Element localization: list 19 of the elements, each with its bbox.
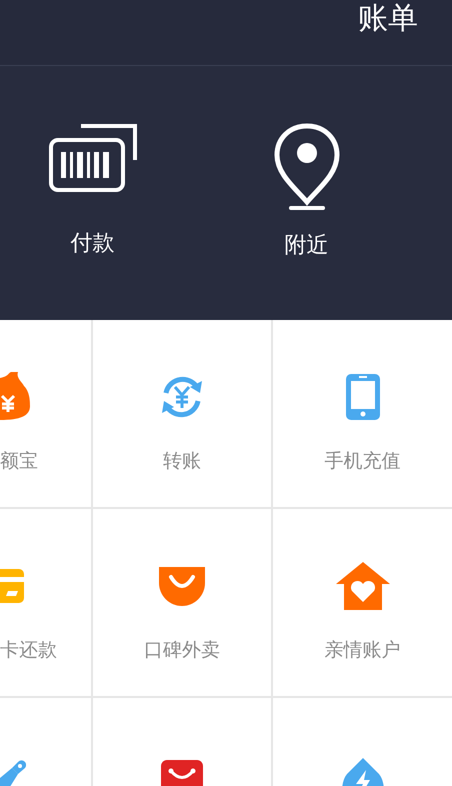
bill-link[interactable]: 账单 (358, 0, 418, 38)
tile-label: 转账 (163, 449, 201, 474)
heart-house-icon (336, 561, 390, 611)
tile-label: 额宝 (0, 449, 38, 474)
phone-icon (344, 372, 380, 422)
grid-tile[interactable]: 亲情账户 (273, 509, 452, 698)
action-label[interactable]: 附近 (284, 230, 328, 260)
grid-tile[interactable]: 卡还款 (0, 509, 93, 698)
grid-tile[interactable]: 额宝 (0, 320, 93, 509)
grid-tile[interactable]: 手机充值 (273, 320, 452, 509)
grid-tile[interactable]: 转账 (93, 320, 273, 509)
tile-label: 亲情账户 (324, 638, 400, 663)
tile-label: 卡还款 (0, 638, 57, 663)
location-pin-icon[interactable] (272, 122, 340, 212)
tile-label: 口碑外卖 (144, 638, 220, 663)
barcode-scan-icon[interactable] (46, 122, 138, 194)
grid-tile[interactable]: 口碑外卖 (93, 509, 273, 698)
action-label[interactable]: 付款 (70, 228, 114, 258)
tile-label: 手机充值 (324, 449, 400, 474)
